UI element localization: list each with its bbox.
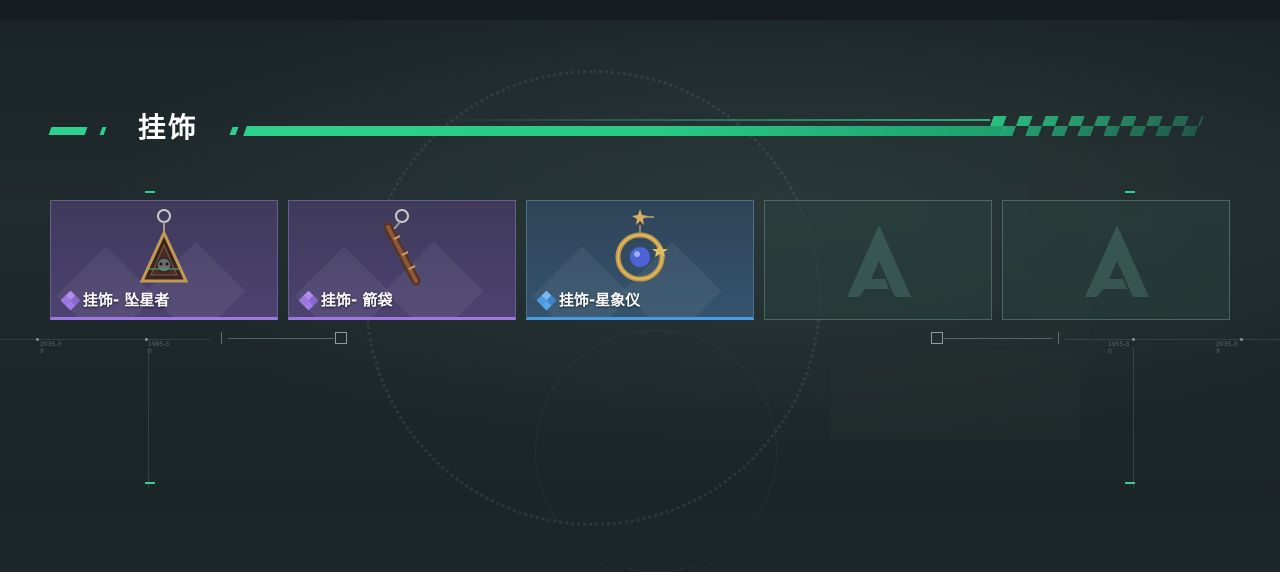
slot-label: 挂饰-星象仪 (559, 291, 641, 309)
hud-line (228, 338, 334, 339)
corner-mark (145, 191, 155, 193)
hud-tick (1058, 332, 1059, 344)
quiver-pendant-icon (383, 209, 421, 286)
hud-line (1065, 339, 1280, 340)
game-logo-icon (847, 225, 911, 297)
header-checker-pattern (986, 116, 1204, 136)
hud-dot (1240, 338, 1243, 341)
pendant-slot[interactable]: 挂饰- 坠星者 (50, 200, 278, 320)
header-bar (243, 126, 1007, 136)
triangle-pendant-icon (139, 209, 189, 283)
hud-box (335, 332, 347, 344)
hud-line (944, 338, 1052, 339)
section-title: 挂饰 (138, 111, 199, 144)
hud-vline (1133, 348, 1134, 488)
slot-label: 挂饰- 箭袋 (321, 291, 393, 309)
pendant-slot-empty[interactable] (764, 200, 992, 320)
rarity-diamond-icon (537, 291, 557, 311)
bg-building (830, 350, 1080, 440)
astrolabe-pendant-icon (615, 209, 668, 282)
hud-vline (148, 348, 149, 488)
pendant-slot[interactable]: 挂饰-星象仪 (526, 200, 754, 320)
corner-mark (1125, 191, 1135, 193)
bg-ring (535, 330, 777, 572)
hud-box (931, 332, 943, 344)
game-logo-icon (1085, 225, 1149, 297)
hud-dot (1132, 338, 1135, 341)
hud-dot (36, 338, 39, 341)
hud-tick (221, 332, 222, 344)
top-band (0, 0, 1280, 20)
hud-code: 2035-3 9 (40, 341, 62, 355)
slot-label: 挂饰- 坠星者 (83, 291, 170, 309)
rarity-diamond-icon (61, 291, 81, 311)
pendant-slot[interactable]: 挂饰- 箭袋 (288, 200, 516, 320)
hud-line (0, 339, 210, 340)
pendant-slot-empty[interactable] (1002, 200, 1230, 320)
rarity-diamond-icon (299, 291, 319, 311)
hud-code: 1985-3 0 (148, 341, 170, 355)
header-accent (48, 127, 88, 135)
hud-code: 1955-3 0 (1108, 341, 1130, 355)
header-thin-line (420, 119, 990, 121)
corner-mark (145, 482, 155, 484)
hud-code: 2035-3 9 (1216, 341, 1238, 355)
